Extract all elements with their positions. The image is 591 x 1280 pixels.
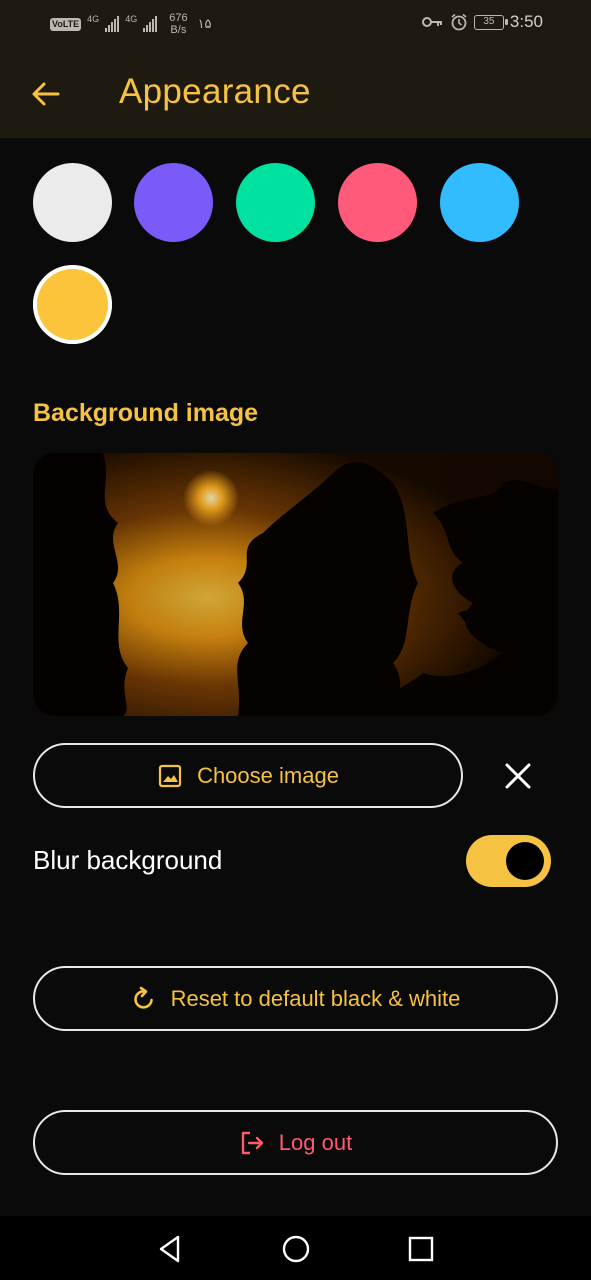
nav-home-button[interactable]: [281, 1234, 311, 1264]
triangle-back-icon: [159, 1235, 180, 1263]
color-swatch-yellow-selected[interactable]: [33, 265, 112, 344]
status-right: 35 3:50: [421, 12, 543, 32]
page-title: Appearance: [119, 72, 311, 111]
blur-background-toggle[interactable]: [466, 835, 551, 887]
status-bar: VoLTE 4G 4G 676 B/s ۱۵ 35 3:50: [0, 0, 591, 48]
reset-default-label: Reset to default black & white: [170, 985, 461, 1011]
network-speed-unit: B/s: [170, 24, 187, 36]
system-nav-bar: [0, 1216, 591, 1280]
reset-default-button[interactable]: Reset to default black & white: [33, 966, 558, 1031]
background-image-preview: [33, 453, 558, 716]
back-button[interactable]: [28, 76, 64, 112]
key-icon: [421, 17, 442, 27]
color-swatch-purple[interactable]: [134, 163, 213, 242]
blur-background-label: Blur background: [33, 845, 223, 875]
signal-icon: [143, 16, 158, 32]
nav-recents-button[interactable]: [406, 1234, 436, 1264]
color-swatch-blue[interactable]: [440, 163, 519, 242]
network-type-2: 4G: [125, 13, 138, 24]
color-swatch-white[interactable]: [33, 163, 112, 242]
status-left: VoLTE 4G 4G 676 B/s ۱۵: [50, 12, 212, 36]
close-icon: [505, 763, 531, 789]
signal-icon: [105, 16, 120, 32]
nav-back-button[interactable]: [155, 1234, 185, 1264]
status-extra-text: ۱۵: [197, 16, 212, 31]
background-photo: [33, 453, 558, 716]
network-type-1: 4G: [87, 13, 100, 24]
refresh-icon: [133, 986, 153, 1009]
logout-button[interactable]: Log out: [33, 1110, 558, 1175]
image-icon: [158, 764, 182, 787]
circle-home-icon: [282, 1235, 310, 1263]
color-swatch-green[interactable]: [236, 163, 315, 242]
choose-image-label: Choose image: [197, 762, 339, 788]
app-bar: Appearance: [0, 48, 591, 138]
choose-image-button[interactable]: Choose image: [33, 743, 463, 808]
volte-badge: VoLTE: [50, 17, 82, 31]
network-speed: 676 B/s: [169, 12, 187, 36]
status-time: 3:50: [509, 12, 543, 31]
arrow-left-icon: [32, 82, 60, 106]
section-title-background-image: Background image: [33, 399, 259, 427]
logout-label: Log out: [278, 1129, 353, 1155]
square-recents-icon: [408, 1236, 434, 1262]
battery-icon: 35: [473, 14, 508, 30]
color-swatch-pink[interactable]: [338, 163, 417, 242]
network-speed-value: 676: [169, 12, 188, 24]
alarm-icon: [451, 13, 467, 31]
logout-icon: [241, 1131, 263, 1154]
clear-image-button[interactable]: [503, 761, 533, 791]
toggle-thumb: [506, 842, 544, 880]
